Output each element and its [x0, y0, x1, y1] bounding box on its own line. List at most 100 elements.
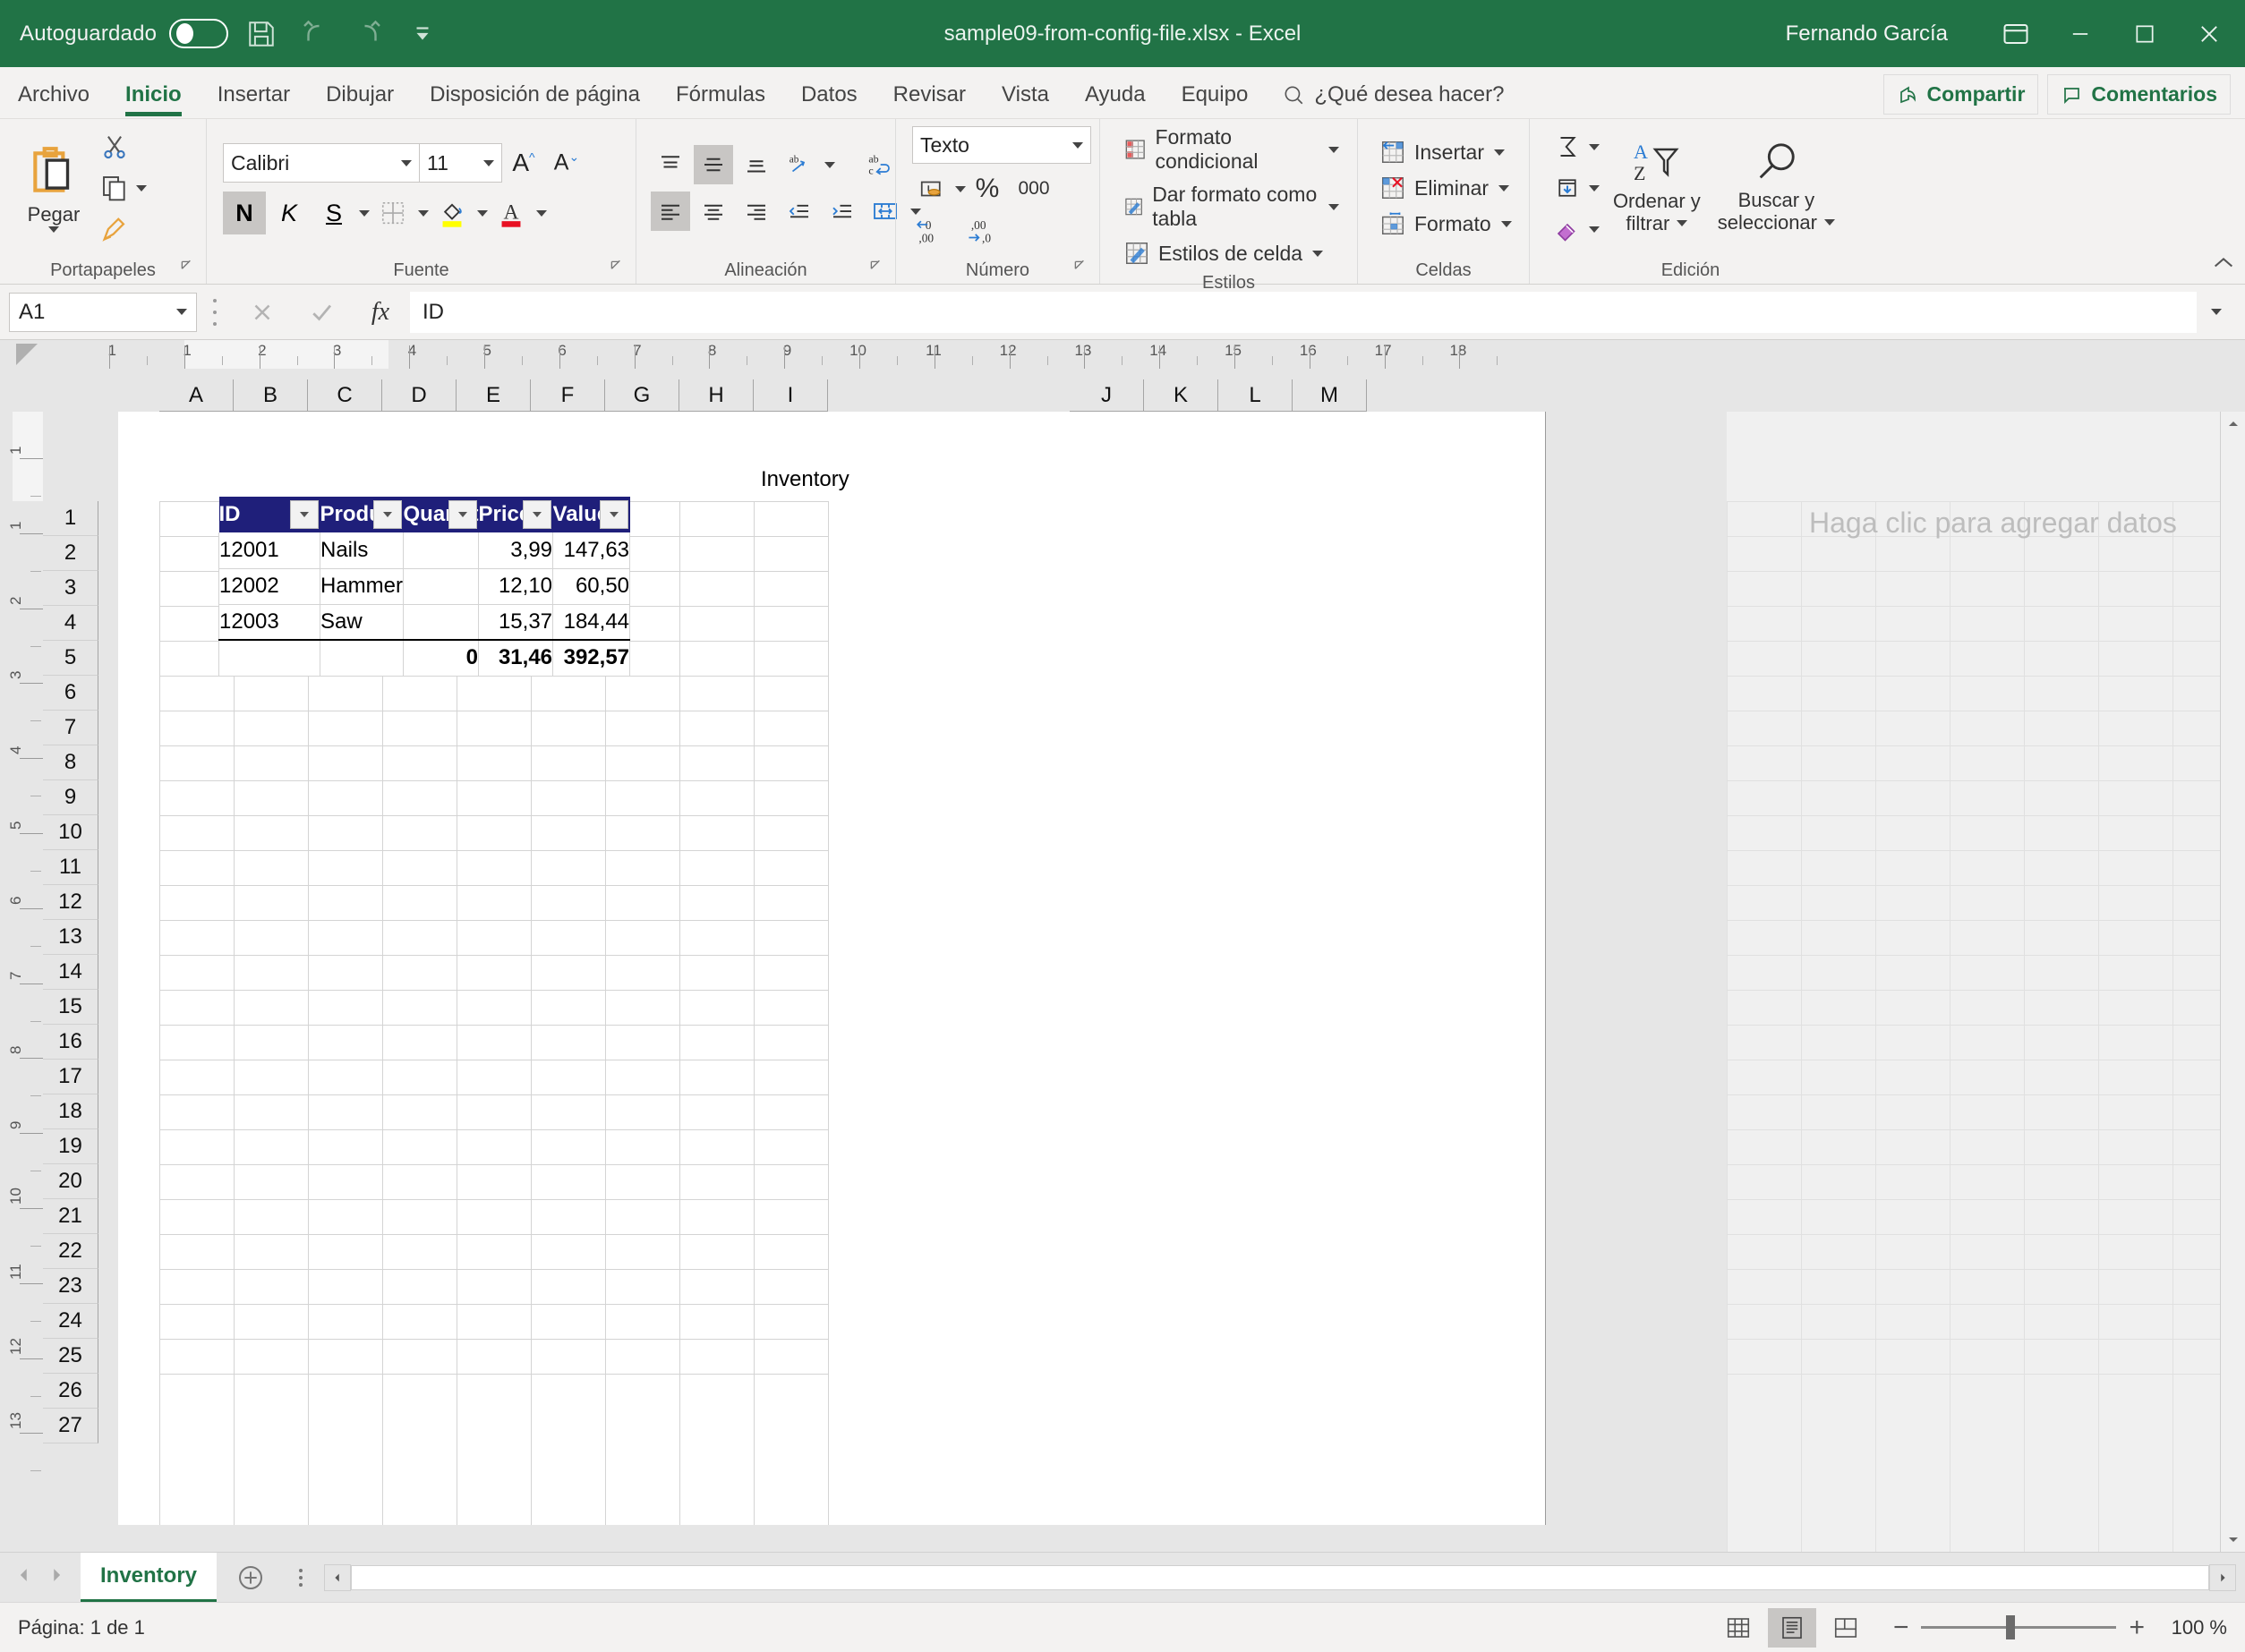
- cell-value-2[interactable]: 60,50: [552, 568, 631, 605]
- row-header-23[interactable]: 23: [43, 1269, 98, 1304]
- underline-dropdown-icon[interactable]: [359, 209, 370, 217]
- copy-button[interactable]: [95, 168, 134, 208]
- page-canvas[interactable]: Inventory ID Product Quantit Price Value…: [118, 412, 1546, 1525]
- cell-id-1[interactable]: 12001: [218, 532, 320, 569]
- cell-product-1[interactable]: Nails: [319, 532, 405, 569]
- fill-color-dropdown-icon[interactable]: [477, 209, 488, 217]
- column-header-j[interactable]: J: [1070, 379, 1144, 412]
- tab-split-handle[interactable]: [299, 1568, 303, 1587]
- row-header-12[interactable]: 12: [43, 885, 98, 920]
- format-as-table-dropdown-icon[interactable]: [1328, 203, 1339, 210]
- conditional-formatting-button[interactable]: Formato condicional: [1118, 123, 1344, 176]
- save-button[interactable]: [241, 13, 282, 55]
- name-box-dropdown-icon[interactable]: [176, 309, 187, 315]
- horizontal-ruler-body[interactable]: 1123456789101112131415161718: [54, 340, 2245, 379]
- previous-sheet-button[interactable]: [14, 1565, 34, 1589]
- fill-dropdown-icon[interactable]: [1589, 184, 1600, 192]
- find-select-dropdown-icon[interactable]: [1824, 219, 1835, 226]
- increase-indent-button[interactable]: [823, 192, 862, 231]
- font-family-input[interactable]: Calibri: [223, 143, 420, 183]
- row-header-11[interactable]: 11: [43, 850, 98, 885]
- conditional-formatting-dropdown-icon[interactable]: [1328, 146, 1339, 153]
- scroll-up-button[interactable]: [2221, 412, 2245, 437]
- font-size-dropdown-icon[interactable]: [483, 159, 494, 166]
- tab-inicio[interactable]: Inicio: [107, 72, 200, 118]
- row-header-4[interactable]: 4: [43, 606, 98, 641]
- total-cell-quantity[interactable]: 0: [403, 639, 480, 677]
- tell-me-search[interactable]: ¿Qué desea hacer?: [1266, 72, 1520, 118]
- autosum-button[interactable]: [1548, 127, 1587, 166]
- row-header-27[interactable]: 27: [43, 1409, 98, 1443]
- close-button[interactable]: [2177, 1, 2241, 67]
- row-header-16[interactable]: 16: [43, 1025, 98, 1060]
- tab-vista[interactable]: Vista: [984, 72, 1067, 118]
- insert-function-button[interactable]: fx: [351, 292, 410, 333]
- row-header-17[interactable]: 17: [43, 1060, 98, 1094]
- cell-quantity-1[interactable]: [403, 532, 480, 569]
- fill-color-button[interactable]: [431, 192, 474, 234]
- row-header-8[interactable]: 8: [43, 745, 98, 780]
- zoom-slider[interactable]: − +: [1893, 1614, 2145, 1641]
- delete-cells-button[interactable]: Eliminar: [1374, 172, 1515, 204]
- redo-button[interactable]: [348, 13, 389, 55]
- cell-value-3[interactable]: 184,44: [552, 604, 631, 641]
- column-header-c[interactable]: C: [308, 379, 382, 412]
- cell-quantity-2[interactable]: [403, 568, 480, 605]
- zoom-in-button[interactable]: +: [2129, 1614, 2145, 1641]
- font-color-button[interactable]: A: [490, 192, 533, 234]
- expand-formula-bar-button[interactable]: [2197, 292, 2236, 333]
- row-header-20[interactable]: 20: [43, 1164, 98, 1199]
- sort-filter-button[interactable]: A Z Ordenar y filtrar: [1605, 137, 1709, 238]
- zoom-level-label[interactable]: 100 %: [2163, 1616, 2227, 1639]
- column-header-l[interactable]: L: [1218, 379, 1293, 412]
- ribbon-display-options-button[interactable]: [1984, 1, 2048, 67]
- zoom-out-button[interactable]: −: [1893, 1614, 1909, 1641]
- cell-id-2[interactable]: 12002: [218, 568, 320, 605]
- zoom-thumb[interactable]: [2006, 1615, 2016, 1639]
- total-cell-price[interactable]: 31,46: [478, 639, 554, 677]
- row-header-3[interactable]: 3: [43, 571, 98, 606]
- total-cell-product[interactable]: [319, 639, 405, 677]
- next-sheet-button[interactable]: [47, 1565, 66, 1589]
- bold-button[interactable]: N: [223, 192, 266, 234]
- formula-input[interactable]: ID: [410, 291, 2197, 333]
- format-cells-dropdown-icon[interactable]: [1500, 220, 1512, 227]
- tab-datos[interactable]: Datos: [783, 72, 875, 118]
- column-header-f[interactable]: F: [531, 379, 605, 412]
- cell-styles-button[interactable]: Estilos de celda: [1118, 237, 1328, 269]
- scroll-left-button[interactable]: [324, 1563, 352, 1591]
- column-header-g[interactable]: G: [605, 379, 679, 412]
- wrap-text-button[interactable]: ab c: [858, 145, 898, 184]
- filter-button-price[interactable]: [522, 500, 551, 529]
- row-header-14[interactable]: 14: [43, 955, 98, 990]
- format-painter-button[interactable]: [95, 209, 134, 249]
- font-dialog-launcher[interactable]: [609, 259, 625, 280]
- row-header-22[interactable]: 22: [43, 1234, 98, 1269]
- column-header-k[interactable]: K: [1144, 379, 1218, 412]
- autosave-toggle[interactable]: [169, 19, 229, 48]
- column-header-m[interactable]: M: [1293, 379, 1367, 412]
- insert-cells-dropdown-icon[interactable]: [1493, 149, 1505, 156]
- page-layout-view-button[interactable]: [1767, 1607, 1816, 1648]
- accounting-format-button[interactable]: [912, 169, 952, 209]
- add-data-message[interactable]: Haga clic para agregar datos: [1809, 507, 2177, 540]
- sort-filter-dropdown-icon[interactable]: [1677, 220, 1688, 227]
- cell-price-2[interactable]: 12,10: [478, 568, 554, 605]
- cell-quantity-3[interactable]: [403, 604, 480, 641]
- horizontal-scroll-track[interactable]: [351, 1564, 2209, 1590]
- tab-insertar[interactable]: Insertar: [200, 72, 308, 118]
- clipboard-dialog-launcher[interactable]: [179, 259, 195, 280]
- paste-dropdown-icon[interactable]: [48, 226, 59, 233]
- copy-dropdown-icon[interactable]: [136, 184, 147, 192]
- percent-style-button[interactable]: %: [968, 169, 1007, 209]
- column-header-b[interactable]: B: [234, 379, 308, 412]
- clear-button[interactable]: [1548, 209, 1587, 249]
- delete-cells-dropdown-icon[interactable]: [1498, 184, 1510, 192]
- number-dialog-launcher[interactable]: [1072, 259, 1088, 280]
- total-cell-value[interactable]: 392,57: [552, 639, 631, 677]
- font-color-dropdown-icon[interactable]: [536, 209, 547, 217]
- column-header-e[interactable]: E: [457, 379, 531, 412]
- find-select-button[interactable]: Buscar y seleccionar: [1714, 138, 1839, 237]
- cut-button[interactable]: [95, 127, 134, 166]
- format-cells-button[interactable]: Formato: [1374, 208, 1517, 240]
